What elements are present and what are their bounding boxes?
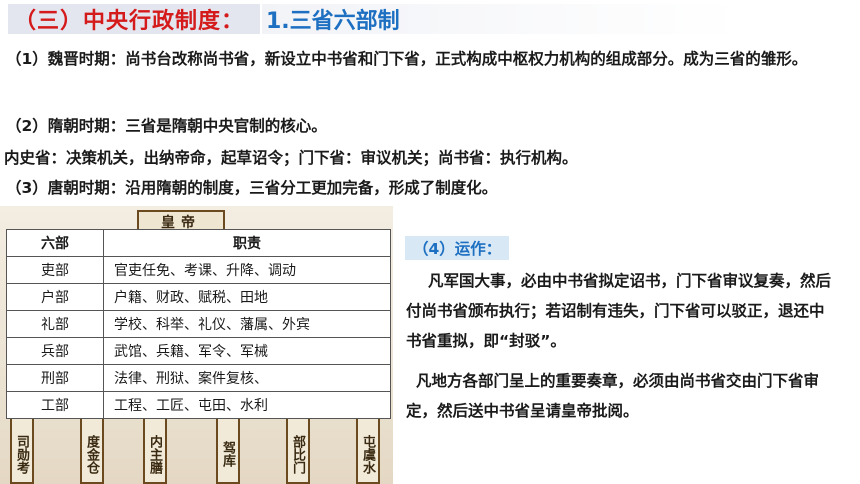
table-row: 兵部 武馆、兵籍、军令、军械 bbox=[6, 337, 391, 365]
ministry-duty: 官吏任免、考课、升降、调动 bbox=[103, 256, 391, 284]
table-row: 户部 户籍、财政、赋税、田地 bbox=[6, 283, 391, 311]
ministry-name: 户部 bbox=[6, 283, 104, 311]
operation-paragraph-1: 凡军国大事，必由中书省拟定诏书，门下省审议复奏，然后付尚书省颁布执行；若诏制有违… bbox=[406, 272, 832, 350]
subsection-title-box: 1.三省六部制 bbox=[262, 4, 860, 34]
table-row: 刑部 法律、刑狱、案件复核、 bbox=[6, 364, 391, 392]
paragraph-sui: （2）隋朝时期：三省是隋朝中央官制的核心。 bbox=[6, 117, 327, 135]
table-row: 礼部 学校、科举、礼仪、藩属、外宾 bbox=[6, 310, 391, 338]
subsection-title: 1.三省六部制 bbox=[266, 9, 400, 34]
table-row: 工部 工程、工匠、屯田、水利 bbox=[6, 391, 391, 419]
column-box: 度金仓 bbox=[80, 408, 104, 484]
operation-paragraph-2: 凡地方各部门呈上的重要奏章，必须由尚书省交由门下省审定，然后送中书省呈请皇帝批阅… bbox=[406, 372, 820, 420]
column-box: 内主膳 bbox=[143, 408, 167, 484]
ministry-duty: 学校、科举、礼仪、藩属、外宾 bbox=[103, 310, 391, 338]
column-box: 驾库 bbox=[216, 408, 240, 484]
table-header-row: 六部 职责 bbox=[6, 229, 391, 257]
operation-title: （4）运作： bbox=[405, 236, 509, 260]
ministry-name: 工部 bbox=[6, 391, 104, 419]
ministry-name: 吏部 bbox=[6, 256, 104, 284]
header-ministry: 六部 bbox=[6, 229, 104, 257]
column-box: 部比门 bbox=[286, 408, 310, 484]
paragraph-tang: （3）唐朝时期：沿用隋朝的制度，三省分工更加完备，形成了制度化。 bbox=[6, 179, 498, 197]
ministry-duty: 户籍、财政、赋税、田地 bbox=[103, 283, 391, 311]
header-duty: 职责 bbox=[103, 229, 391, 257]
ministry-duty: 法律、刑狱、案件复核、 bbox=[103, 364, 391, 392]
ministry-duty: 武馆、兵籍、军令、军械 bbox=[103, 337, 391, 365]
section-title: （三）中央行政制度： bbox=[14, 9, 245, 34]
six-ministries-table: 六部 职责 吏部 官吏任免、考课、升降、调动 户部 户籍、财政、赋税、田地 礼部… bbox=[6, 229, 391, 419]
ministry-name: 礼部 bbox=[6, 310, 104, 338]
ministry-name: 兵部 bbox=[6, 337, 104, 365]
column-box: 司勋考 bbox=[10, 408, 34, 484]
paragraph-weijin: （1）魏晋时期：尚书台改称尚书省，新设立中书省和门下省，正式构成中枢权力机构的组… bbox=[6, 50, 808, 68]
table-row: 吏部 官吏任免、考课、升降、调动 bbox=[6, 256, 391, 284]
section-title-box: （三）中央行政制度： bbox=[8, 4, 260, 34]
column-box: 屯虞水 bbox=[356, 408, 380, 484]
paragraph-three-departments: 内史省：决策机关，出纳帝命，起草诏令；门下省：审议机关；尚书省：执行机构。 bbox=[4, 149, 578, 167]
ministry-name: 刑部 bbox=[6, 364, 104, 392]
slide-header: （三）中央行政制度： 1.三省六部制 bbox=[0, 0, 860, 38]
ministry-duty: 工程、工匠、屯田、水利 bbox=[103, 391, 391, 419]
